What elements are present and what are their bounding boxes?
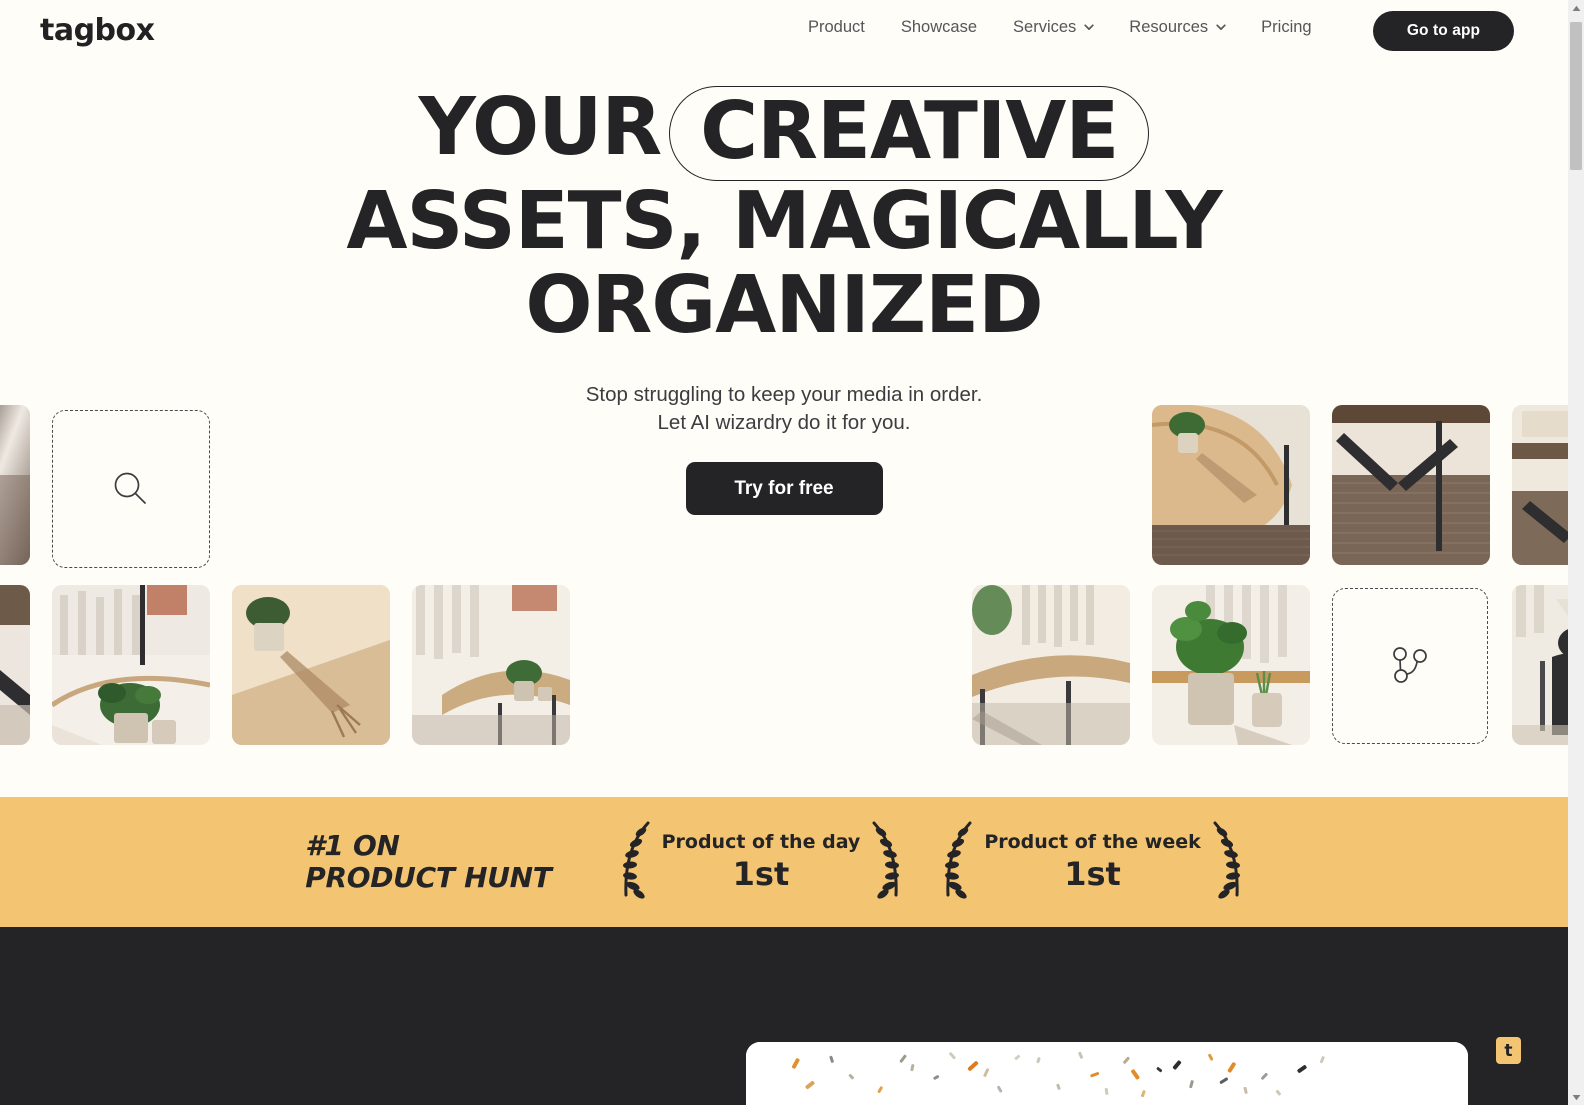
nav-item-product[interactable]: Product xyxy=(790,18,883,37)
nav-item-services[interactable]: Services xyxy=(995,18,1111,37)
headline-pill-creative: CREATIVE xyxy=(669,86,1150,181)
gallery-image xyxy=(972,585,1130,745)
page-title: YOUR CREATIVE ASSETS, MAGICALLY ORGANIZED xyxy=(0,82,1568,345)
product-hunt-badge-day: Product of the day 1st xyxy=(614,819,909,905)
gallery-tile[interactable] xyxy=(1332,405,1490,565)
scrollbar-up-button[interactable] xyxy=(1568,0,1584,16)
nav-item-resources[interactable]: Resources xyxy=(1111,18,1243,37)
badge-text-column: Product of the day 1st xyxy=(662,831,861,893)
confetti-card xyxy=(746,1042,1468,1105)
triangle-down-icon xyxy=(1572,1094,1580,1100)
gallery-image xyxy=(1512,585,1568,745)
gallery-image xyxy=(1152,405,1310,565)
gallery-tile[interactable] xyxy=(52,585,210,745)
headline-line-3: ORGANIZED xyxy=(525,259,1043,351)
nav-item-label: Showcase xyxy=(900,18,978,36)
headline-line-2: ASSETS, MAGICALLY xyxy=(346,175,1222,267)
gallery-tile[interactable] xyxy=(0,405,30,565)
nav-item-label: Product xyxy=(808,18,865,36)
nav-item-showcase[interactable]: Showcase xyxy=(883,18,995,37)
page-scrollbar[interactable] xyxy=(1568,0,1584,1105)
gallery-tile[interactable] xyxy=(0,585,30,745)
gallery-image xyxy=(0,585,30,745)
gallery-image xyxy=(232,585,390,745)
gallery-tile[interactable] xyxy=(1512,405,1568,565)
nav-links: Product Showcase Services Resources Pric… xyxy=(790,18,1330,37)
gallery-tile[interactable] xyxy=(1512,585,1568,745)
product-hunt-title-line-1: #1 ON xyxy=(305,829,400,862)
top-navigation-bar: tagbox Product Showcase Services Resourc… xyxy=(0,0,1568,62)
gallery-tile[interactable] xyxy=(412,585,570,745)
badge-label: Product of the day xyxy=(661,831,861,853)
branch-placeholder-tile[interactable] xyxy=(1332,588,1488,744)
badge-label: Product of the week xyxy=(984,831,1201,853)
badge-rank: 1st xyxy=(1064,855,1121,893)
gallery-tile[interactable] xyxy=(232,585,390,745)
git-branch-icon xyxy=(1393,647,1427,683)
badge-rank: 1st xyxy=(732,855,790,893)
gallery-image xyxy=(1512,405,1568,565)
gallery-tile[interactable] xyxy=(1152,585,1310,745)
nav-item-label: Services xyxy=(1013,18,1077,36)
nav-item-pricing[interactable]: Pricing xyxy=(1243,18,1329,37)
laurel-left-icon xyxy=(622,821,650,899)
tagbox-floating-badge[interactable]: t xyxy=(1496,1037,1521,1064)
headline-word-your: YOUR xyxy=(418,81,663,173)
search-icon xyxy=(114,472,146,504)
asset-gallery xyxy=(0,405,1568,750)
triangle-up-icon xyxy=(1572,5,1580,11)
chevron-down-icon xyxy=(1083,21,1094,31)
badge-text-column: Product of the week 1st xyxy=(984,831,1200,893)
brand-logo[interactable]: tagbox xyxy=(40,13,155,48)
scrollbar-thumb[interactable] xyxy=(1570,22,1582,170)
gallery-image xyxy=(1152,585,1310,745)
laurel-right-icon xyxy=(1213,821,1240,899)
nav-item-label: Pricing xyxy=(1261,18,1312,36)
confetti-graphic xyxy=(746,1042,1468,1105)
product-hunt-banner: #1 ON PRODUCT HUNT Product of the day 1s… xyxy=(0,797,1568,927)
scrollbar-down-button[interactable] xyxy=(1568,1089,1584,1105)
nav-item-label: Resources xyxy=(1129,18,1209,36)
gallery-image xyxy=(0,405,30,565)
gallery-image xyxy=(1332,405,1490,565)
chevron-down-icon xyxy=(1215,21,1226,31)
page-viewport: tagbox Product Showcase Services Resourc… xyxy=(0,0,1568,1105)
search-placeholder-tile[interactable] xyxy=(52,410,210,568)
gallery-tile[interactable] xyxy=(972,585,1130,745)
product-hunt-badge-week: Product of the week 1st xyxy=(936,819,1248,905)
gallery-tile[interactable] xyxy=(1152,405,1310,565)
gallery-image xyxy=(52,585,210,745)
product-hunt-title-line-2: PRODUCT HUNT xyxy=(305,861,552,894)
go-to-app-button[interactable]: Go to app xyxy=(1373,11,1514,51)
product-hunt-title: #1 ON PRODUCT HUNT xyxy=(305,829,552,894)
gallery-image xyxy=(412,585,570,745)
laurel-right-icon xyxy=(872,821,900,899)
laurel-left-icon xyxy=(945,821,972,899)
